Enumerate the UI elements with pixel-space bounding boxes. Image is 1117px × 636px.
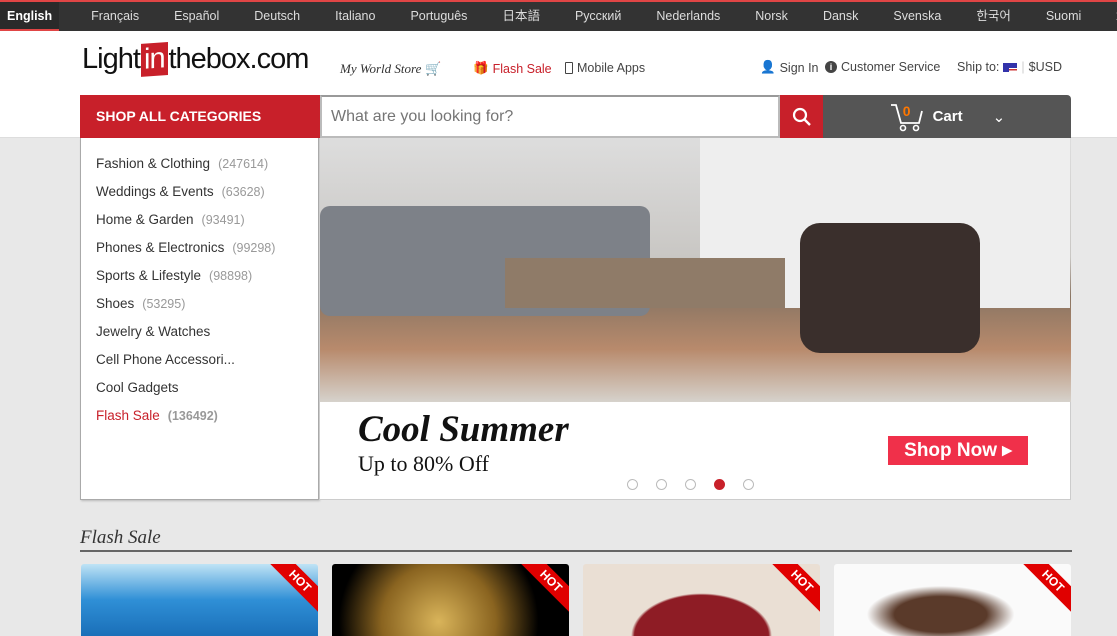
category-label: Sports & Lifestyle — [96, 268, 202, 283]
category-count: (53295) — [142, 297, 186, 311]
product-card-polo[interactable]: HOT — [81, 564, 318, 636]
logo-in: in — [140, 42, 168, 77]
cart-button[interactable]: 0 Cart ⌄ — [823, 95, 1071, 138]
winged-cart-icon: 🛒 — [425, 61, 442, 76]
hot-badge: HOT — [265, 564, 318, 616]
search-input[interactable] — [320, 95, 780, 138]
sign-in-label: Sign In — [779, 60, 819, 75]
carousel-dot[interactable] — [685, 479, 696, 490]
language-9[interactable]: Norsk — [743, 2, 800, 31]
carousel-dots — [627, 479, 754, 490]
us-flag-icon — [1003, 62, 1018, 72]
carousel-dot[interactable] — [627, 479, 638, 490]
category-label: Jewelry & Watches — [96, 324, 211, 339]
category-item[interactable]: Phones & Electronics (99298) — [81, 240, 318, 268]
category-count: (99298) — [232, 241, 276, 255]
customer-service-label: Customer Service — [841, 60, 941, 74]
carousel-dot[interactable] — [656, 479, 667, 490]
category-label: Shoes — [96, 296, 135, 311]
main-nav: SHOP ALL CATEGORIES 0 Cart ⌄ — [80, 95, 1071, 138]
hot-badge: HOT — [767, 564, 820, 616]
flash-sale-heading: Flash Sale — [80, 527, 161, 548]
mobile-apps-link[interactable]: Mobile Apps — [565, 61, 645, 75]
header: Light in thebox.com My World Store 🛒 🎁 Flash… — [0, 31, 1117, 138]
ship-to-label: Ship to: — [957, 60, 1000, 74]
shop-now-button[interactable]: Shop Now ▸ — [888, 436, 1028, 465]
language-14[interactable]: עברית — [1104, 2, 1117, 31]
hot-badge: HOT — [1018, 564, 1071, 616]
search-button[interactable] — [780, 95, 823, 138]
user-icon: 👤 — [760, 60, 776, 74]
language-1[interactable]: Français — [79, 2, 151, 31]
product-card-watch[interactable]: HOT — [332, 564, 569, 636]
category-count: (98898) — [209, 269, 253, 283]
logo[interactable]: Light in thebox.com — [82, 42, 309, 77]
category-count: (136492) — [167, 409, 218, 423]
category-label: Cool Gadgets — [96, 380, 179, 395]
banner-title: Cool Summer — [358, 409, 569, 450]
category-label: Phones & Electronics — [96, 240, 225, 255]
language-8[interactable]: Nederlands — [644, 2, 732, 31]
language-2[interactable]: Español — [162, 2, 231, 31]
currency-label: $USD — [1028, 60, 1062, 74]
category-item[interactable]: Shoes (53295) — [81, 296, 318, 324]
category-menu: Fashion & Clothing (247614) Weddings & Eve… — [80, 138, 319, 500]
product-card-dress[interactable]: HOT — [834, 564, 1071, 636]
language-5[interactable]: Português — [398, 2, 479, 31]
info-icon: i — [825, 61, 837, 73]
category-count: (247614) — [218, 157, 269, 171]
language-10[interactable]: Dansk — [811, 2, 870, 31]
hero-banner[interactable]: Cool Summer Up to 80% Off Shop Now ▸ — [319, 138, 1071, 500]
sign-in-link[interactable]: 👤 Sign In — [760, 60, 819, 75]
world-store-label: My World Store — [340, 61, 422, 76]
carousel-dot[interactable] — [743, 479, 754, 490]
cart-label: Cart — [932, 108, 963, 125]
shop-all-categories-button[interactable]: SHOP ALL CATEGORIES — [80, 95, 320, 138]
category-label: Fashion & Clothing — [96, 156, 211, 171]
category-label: Cell Phone Accessori... — [96, 352, 235, 367]
logo-text: Light — [82, 43, 141, 75]
language-11[interactable]: Svenska — [881, 2, 953, 31]
search-icon — [792, 107, 811, 126]
my-world-store-link[interactable]: My World Store 🛒 — [340, 61, 442, 77]
category-label: Weddings & Events — [96, 184, 214, 199]
hot-badge: HOT — [516, 564, 569, 616]
language-6[interactable]: 日本語 — [490, 2, 552, 31]
language-13[interactable]: Suomi — [1034, 2, 1093, 31]
cart-count: 0 — [902, 102, 911, 119]
phone-icon — [565, 62, 573, 74]
gift-icon: 🎁 — [473, 61, 489, 75]
chevron-down-icon: ⌄ — [992, 108, 1006, 126]
category-item[interactable]: Weddings & Events (63628) — [81, 184, 318, 212]
carousel-dot[interactable] — [714, 479, 725, 490]
category-item[interactable]: Jewelry & Watches — [81, 324, 318, 352]
language-7[interactable]: Русский — [563, 2, 633, 31]
mobile-apps-label: Mobile Apps — [577, 61, 646, 75]
language-3[interactable]: Deutsch — [242, 2, 312, 31]
logo-text-2: thebox.com — [168, 43, 309, 75]
category-count: (63628) — [221, 185, 265, 199]
category-item[interactable]: Cool Gadgets — [81, 380, 318, 408]
category-label: Home & Garden — [96, 212, 194, 227]
flash-sale-link[interactable]: 🎁 Flash Sale — [473, 61, 552, 76]
category-item[interactable]: Cell Phone Accessori... — [81, 352, 318, 380]
product-card-handbag[interactable]: HOT — [583, 564, 820, 636]
category-count: (93491) — [201, 213, 245, 227]
category-label: Flash Sale — [96, 408, 160, 423]
customer-service-link[interactable]: i Customer Service — [825, 60, 940, 74]
language-4[interactable]: Italiano — [323, 2, 387, 31]
category-item[interactable]: Flash Sale (136492) — [81, 408, 318, 436]
category-item[interactable]: Fashion & Clothing (247614) — [81, 156, 318, 184]
language-bar: English Français Español Deutsch Italiano Por… — [0, 0, 1117, 31]
ship-to-selector[interactable]: Ship to: | $USD — [957, 60, 1062, 74]
category-item[interactable]: Home & Garden (93491) — [81, 212, 318, 240]
category-item[interactable]: Sports & Lifestyle (98898) — [81, 268, 318, 296]
flash-sale-label: Flash Sale — [492, 61, 552, 76]
language-0[interactable]: English — [0, 2, 60, 31]
living-room-photo — [320, 138, 1071, 402]
divider — [80, 550, 1072, 552]
banner-subtitle: Up to 80% Off — [358, 451, 489, 476]
language-12[interactable]: 한국어 — [964, 2, 1023, 31]
